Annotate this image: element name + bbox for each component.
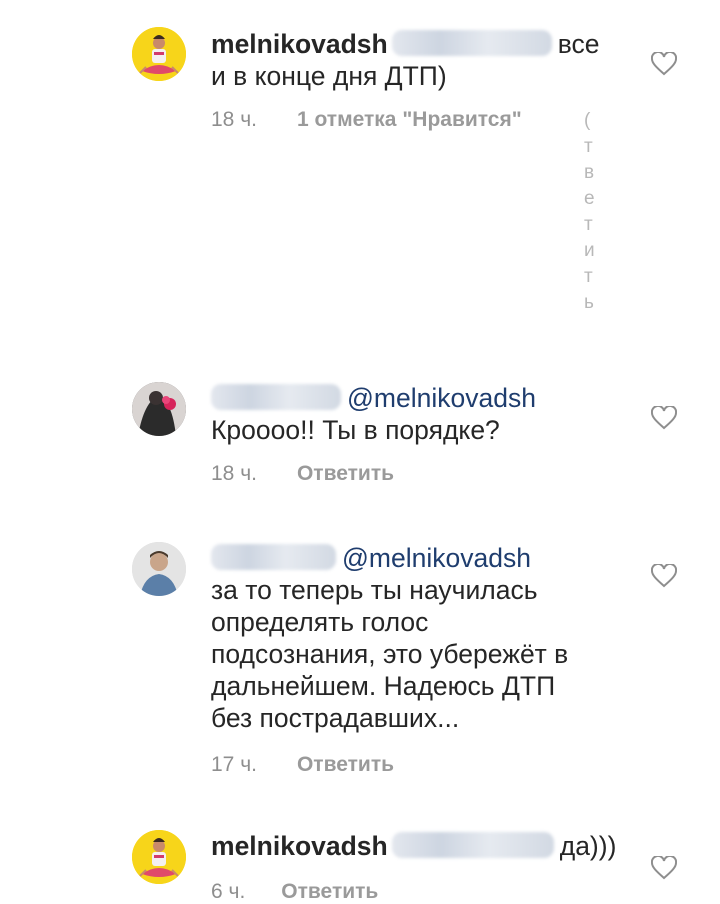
avatar[interactable] <box>132 382 186 436</box>
comment-3: @melnikovadsh за то теперь ты научилась … <box>0 510 720 800</box>
comment-time: 18 ч. <box>211 462 257 485</box>
blurred-username <box>211 384 341 410</box>
avatar-dark-flowers-icon <box>132 382 186 436</box>
mention-link[interactable]: @melnikovadsh <box>342 543 531 573</box>
comment-time: 17 ч. <box>211 753 257 776</box>
comment-inline-text: да))) <box>559 831 617 861</box>
avatar-man-photo-icon <box>132 542 186 596</box>
reply-button[interactable]: Ответить <box>297 462 394 486</box>
heart-icon[interactable] <box>651 406 677 430</box>
comment-text: @melnikovadsh Кроооо!! Ты в порядке? <box>211 382 621 446</box>
comment-text: melnikovadsh да))) <box>211 830 621 862</box>
reply-button[interactable]: Ответить <box>281 880 378 904</box>
heart-icon[interactable] <box>651 52 677 76</box>
comment-4: melnikovadsh да))) 6 ч. Ответить <box>0 800 720 904</box>
comment-inline-text: все <box>557 29 600 59</box>
avatar[interactable] <box>132 27 186 81</box>
comment-1: melnikovadsh все и в конце дня ДТП) 18 ч.… <box>0 0 720 340</box>
heart-icon[interactable] <box>651 564 677 588</box>
comment-meta: 17 ч. Ответить <box>211 753 394 777</box>
comment-text: melnikovadsh все и в конце дня ДТП) <box>211 28 621 92</box>
comment-rest-text: и в конце дня ДТП) <box>211 61 447 91</box>
cut-off-text-column: ( т в е т и т ь <box>584 110 595 313</box>
comment-2: @melnikovadsh Кроооо!! Ты в порядке? 18 … <box>0 340 720 510</box>
avatar-yellow-meditation-icon <box>132 27 186 81</box>
comment-time: 18 ч. <box>211 108 257 131</box>
avatar[interactable] <box>132 830 186 884</box>
blurred-username <box>391 832 554 858</box>
blurred-username <box>211 544 336 570</box>
comment-line: подсознания, это убережёт в <box>211 639 569 669</box>
mention-link[interactable]: @melnikovadsh <box>347 383 536 413</box>
comment-meta: 18 ч. Ответить <box>211 462 394 486</box>
comment-time: 6 ч. <box>211 880 246 903</box>
comment-line: за то теперь ты научилась <box>211 575 538 605</box>
comment-username[interactable]: melnikovadsh <box>211 29 388 59</box>
comment-line: определять голос <box>211 607 429 637</box>
blurred-username <box>391 30 552 56</box>
comment-username[interactable]: melnikovadsh <box>211 831 388 861</box>
comment-meta: 18 ч. 1 отметка "Нравится" <box>211 108 522 132</box>
heart-icon[interactable] <box>651 856 677 880</box>
comment-meta: 6 ч. Ответить <box>211 880 378 904</box>
comment-line: без пострадавших... <box>211 703 460 733</box>
comment-body: Кроооо!! Ты в порядке? <box>211 415 500 445</box>
avatar[interactable] <box>132 542 186 596</box>
comment-line: дальнейшем. Надеюсь ДТП <box>211 671 556 701</box>
reply-button[interactable]: Ответить <box>297 753 394 777</box>
comment-text: @melnikovadsh за то теперь ты научилась … <box>211 542 621 734</box>
avatar-yellow-meditation-icon <box>132 830 186 884</box>
likes-count-link[interactable]: 1 отметка "Нравится" <box>297 108 522 132</box>
